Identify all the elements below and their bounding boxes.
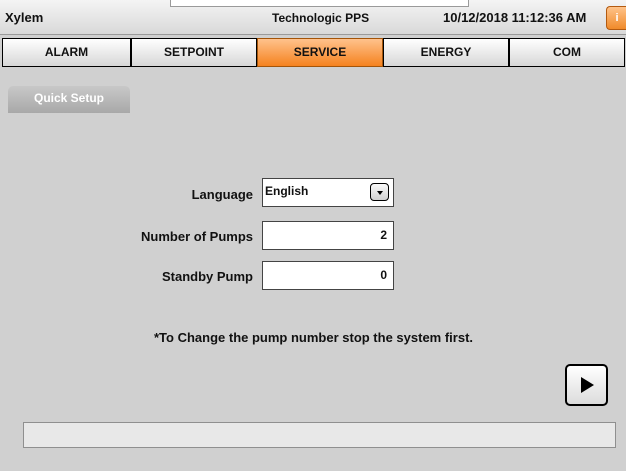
language-select[interactable]: English xyxy=(262,178,394,207)
main-tabs: ALARM SETPOINT SERVICE ENERGY COM xyxy=(0,38,626,68)
num-pumps-field[interactable]: 2 xyxy=(262,221,394,250)
next-button[interactable] xyxy=(565,364,608,406)
product-name: Technologic PPS xyxy=(272,11,370,25)
datetime: 10/12/2018 11:12:36 AM xyxy=(443,10,587,25)
num-pumps-label: Number of Pumps xyxy=(141,229,253,244)
title-bar: Xylem Technologic PPS 10/12/2018 11:12:3… xyxy=(0,0,626,35)
standby-pump-field[interactable]: 0 xyxy=(262,261,394,290)
language-label: Language xyxy=(191,187,253,202)
play-icon xyxy=(581,377,594,393)
subtab-quick-setup[interactable]: Quick Setup xyxy=(8,86,130,113)
app-name: Xylem xyxy=(5,10,44,25)
status-bar xyxy=(23,422,616,448)
standby-pump-label: Standby Pump xyxy=(161,269,253,284)
info-button[interactable]: i xyxy=(606,6,626,30)
language-value: English xyxy=(265,184,309,198)
tab-alarm[interactable]: ALARM xyxy=(2,38,131,67)
tab-service[interactable]: SERVICE xyxy=(257,38,383,67)
tab-energy[interactable]: ENERGY xyxy=(383,38,509,67)
chevron-down-icon[interactable] xyxy=(370,183,389,201)
tab-com[interactable]: COM xyxy=(509,38,625,67)
title-notch xyxy=(170,0,469,7)
tab-setpoint[interactable]: SETPOINT xyxy=(131,38,257,67)
info-note: *To Change the pump number stop the syst… xyxy=(154,330,474,345)
